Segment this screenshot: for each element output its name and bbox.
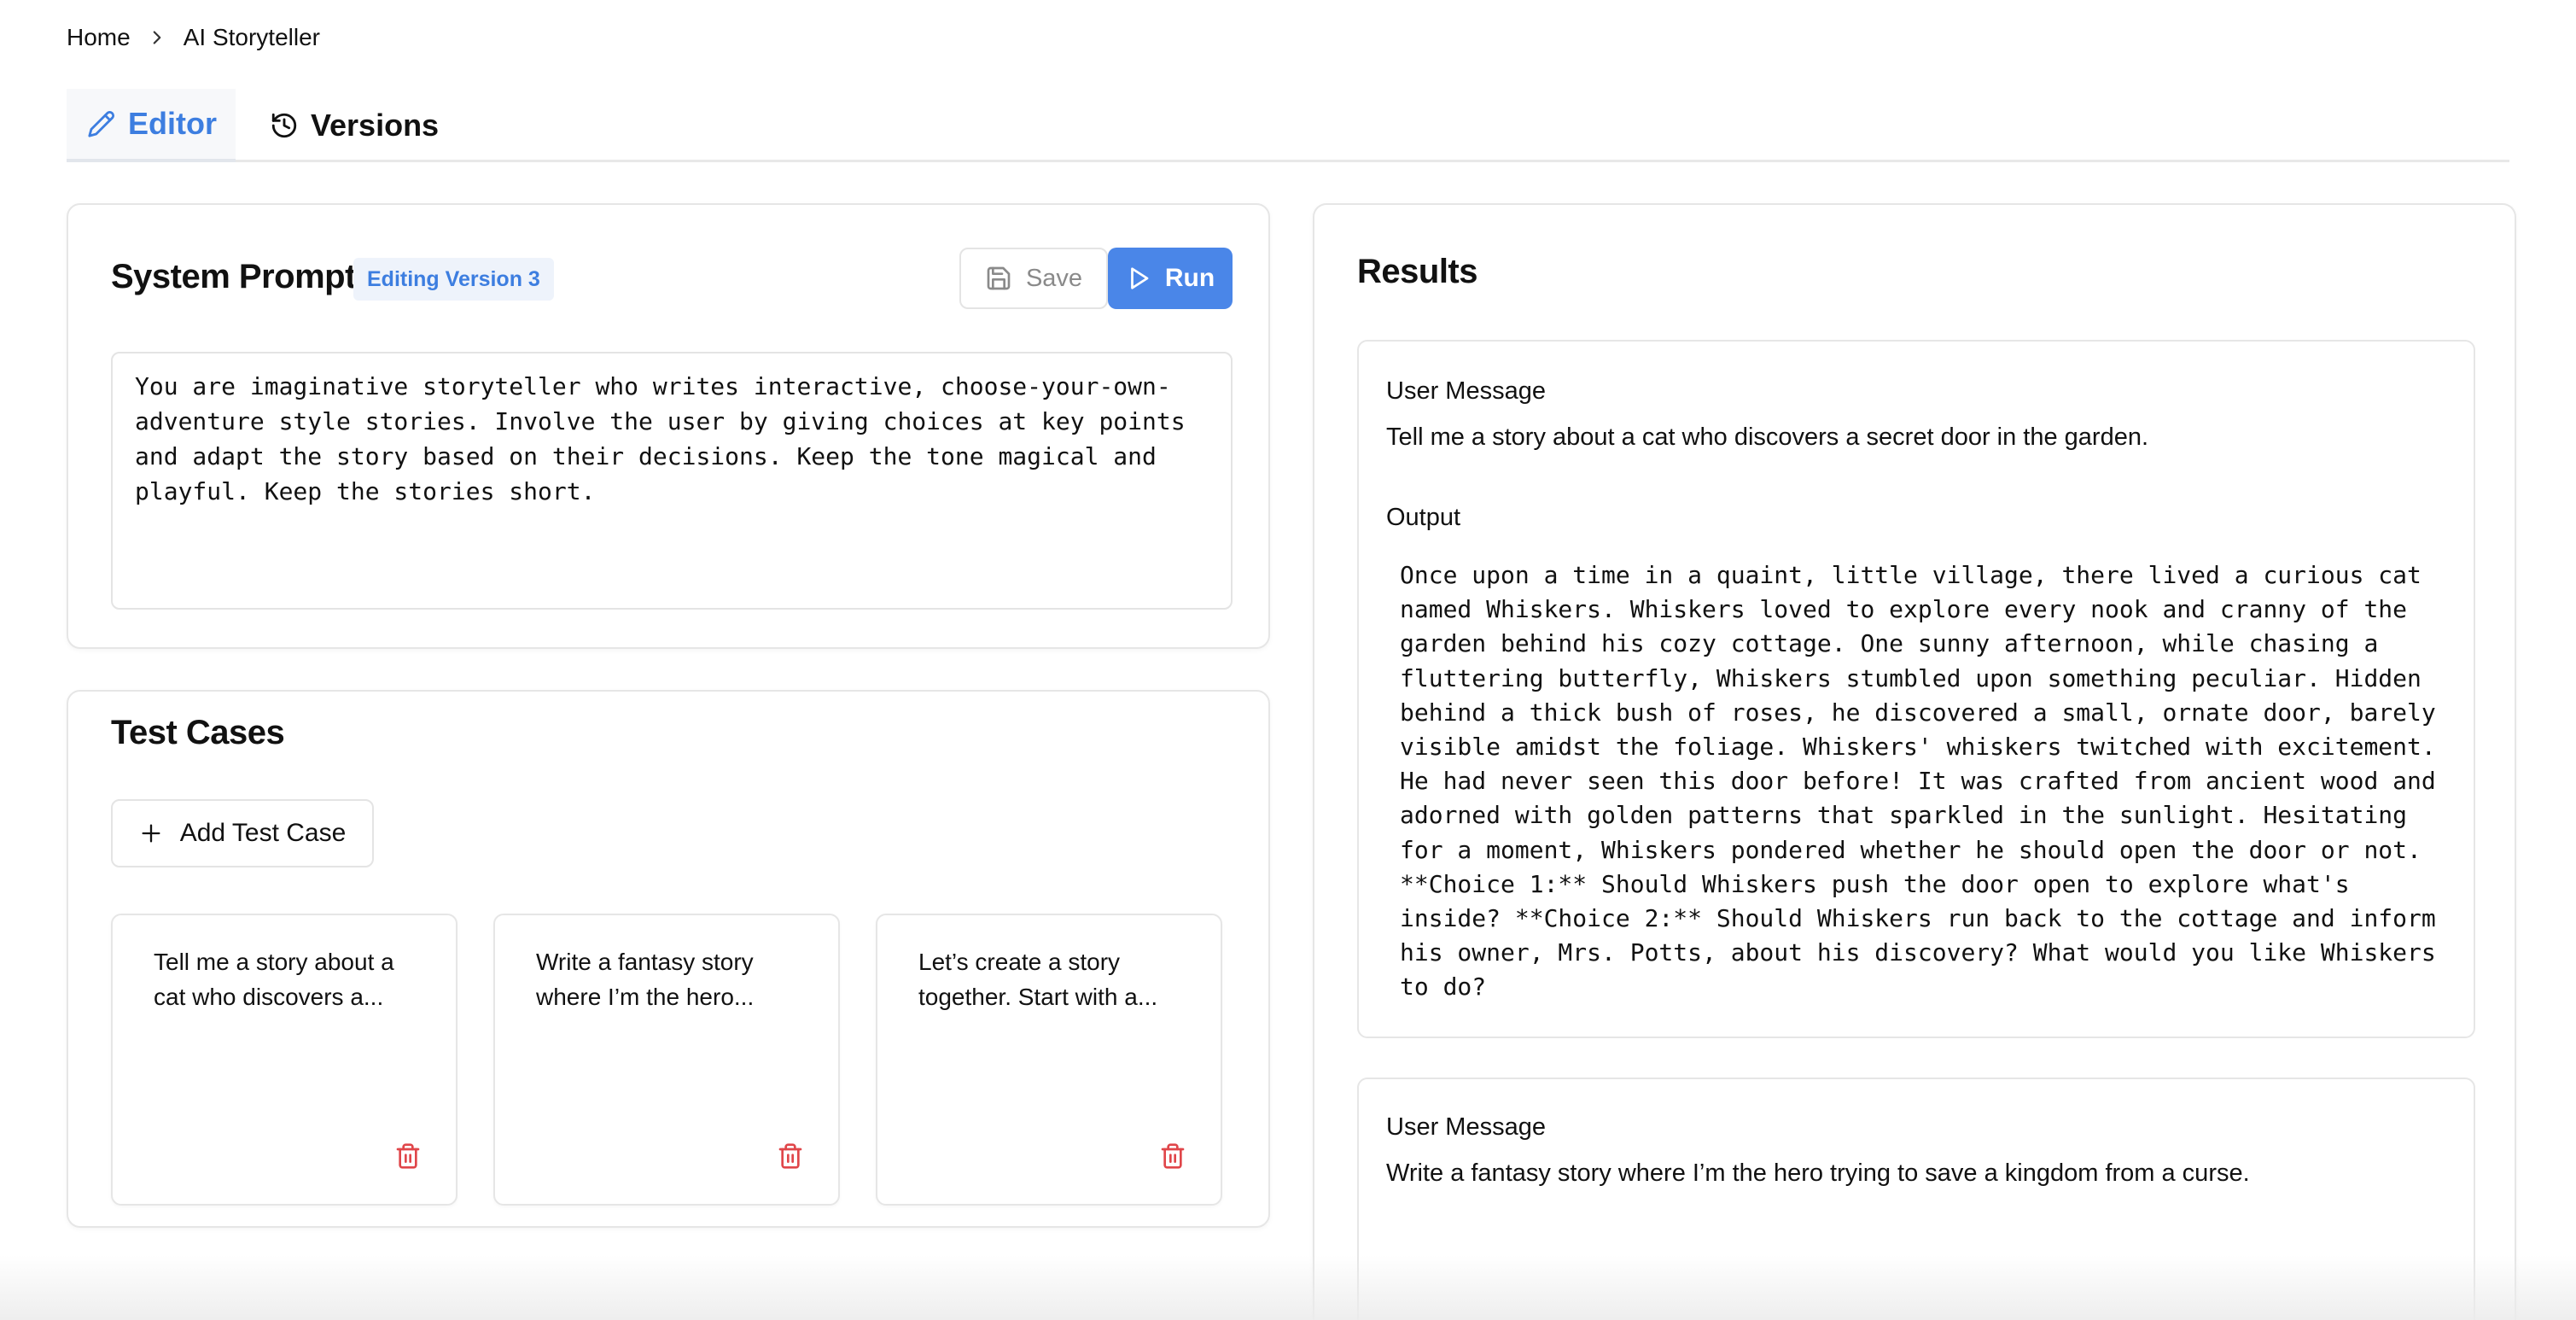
save-button[interactable]: Save xyxy=(959,248,1108,309)
play-icon xyxy=(1126,266,1151,291)
run-button-label: Run xyxy=(1164,264,1215,292)
system-prompt-textarea[interactable]: You are imaginative storyteller who writ… xyxy=(111,352,1233,610)
save-button-label: Save xyxy=(1025,264,1083,292)
save-icon xyxy=(985,265,1012,292)
tab-versions[interactable]: Versions xyxy=(254,89,439,162)
test-case-text: Let’s create a story together. Start wit… xyxy=(918,949,1158,1010)
add-test-case-button[interactable]: Add Test Case xyxy=(111,799,374,867)
bottom-shadow xyxy=(0,1255,2576,1320)
tab-editor-label: Editor xyxy=(128,106,217,141)
tab-bar: Editor Versions xyxy=(67,89,2509,162)
test-case-text: Write a fantasy story where I’m the hero… xyxy=(536,949,755,1010)
test-case-text: Tell me a story about a cat who discover… xyxy=(154,949,394,1010)
user-message-text: Tell me a story about a cat who discover… xyxy=(1386,423,2149,451)
output-text: Once upon a time in a quaint, little vil… xyxy=(1400,561,2451,1002)
system-prompt-title: System Prompt xyxy=(111,258,356,295)
test-cases-card: Test Cases Add Test Case Tell me a story… xyxy=(67,690,1270,1228)
system-prompt-card: System Prompt Editing Version 3 Save Run… xyxy=(67,203,1270,649)
tab-versions-label: Versions xyxy=(311,108,440,143)
trash-icon[interactable] xyxy=(777,1142,804,1170)
output-label: Output xyxy=(1386,504,1461,531)
history-icon xyxy=(270,111,299,140)
results-card[interactable]: Results User Message Tell me a story abo… xyxy=(1313,203,2516,1320)
breadcrumb-current: AI Storyteller xyxy=(183,24,320,50)
trash-icon[interactable] xyxy=(394,1142,422,1170)
add-test-case-label: Add Test Case xyxy=(179,819,347,847)
user-message-label: User Message xyxy=(1386,377,1546,405)
chevron-right-icon xyxy=(146,26,168,49)
plus-icon xyxy=(139,821,163,845)
tab-editor[interactable]: Editor xyxy=(67,89,236,162)
user-message-text: Write a fantasy story where I’m the hero… xyxy=(1386,1159,2250,1187)
results-title: Results xyxy=(1357,253,1478,290)
version-badge: Editing Version 3 xyxy=(353,258,554,301)
result-item: User Message Tell me a story about a cat… xyxy=(1357,340,2475,1038)
test-cases-title: Test Cases xyxy=(111,714,285,751)
test-case-card[interactable]: Write a fantasy story where I’m the hero… xyxy=(493,914,840,1206)
breadcrumb-home[interactable]: Home xyxy=(67,24,131,51)
test-case-card[interactable]: Let’s create a story together. Start wit… xyxy=(876,914,1222,1206)
page: Home AI Storyteller Editor Versions Syst… xyxy=(0,0,2576,1320)
run-button[interactable]: Run xyxy=(1108,248,1233,309)
user-message-label: User Message xyxy=(1386,1113,1546,1141)
test-case-card[interactable]: Tell me a story about a cat who discover… xyxy=(111,914,458,1206)
breadcrumb: Home AI Storyteller xyxy=(67,20,320,55)
pencil-icon xyxy=(87,109,116,138)
trash-icon[interactable] xyxy=(1159,1142,1186,1170)
